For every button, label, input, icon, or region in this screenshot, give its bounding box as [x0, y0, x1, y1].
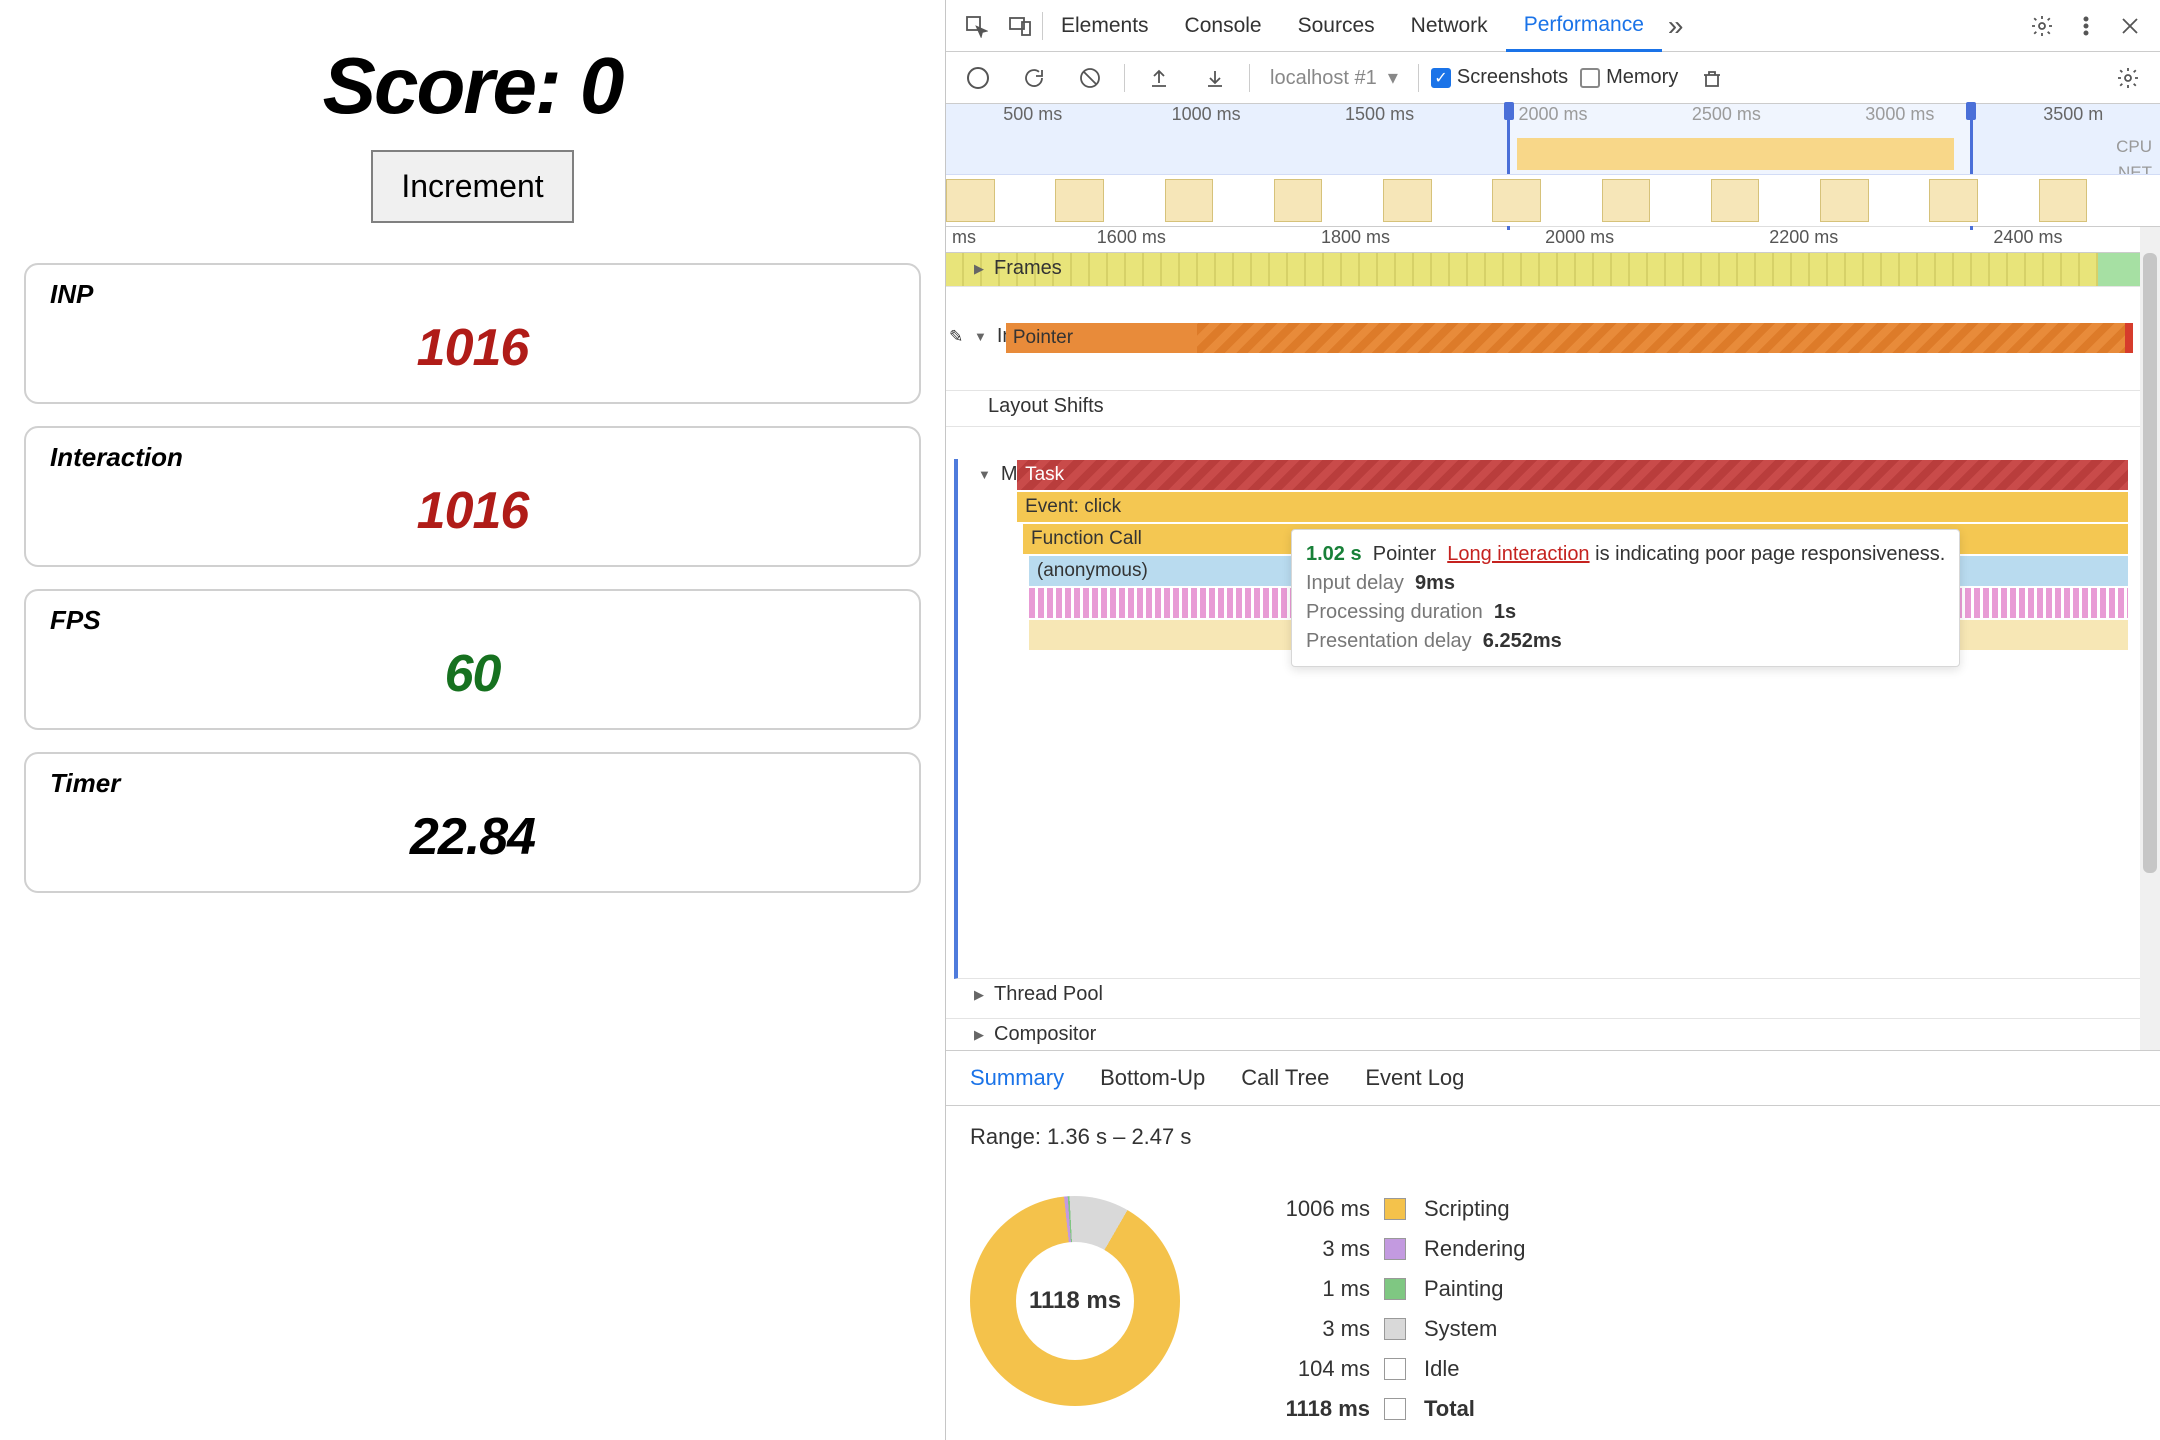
tab-performance[interactable]: Performance [1506, 1, 1662, 52]
summary-panel: Range: 1.36 s – 2.47 s 1118 ms 1006 msSc… [946, 1106, 2160, 1440]
tab-network[interactable]: Network [1393, 0, 1506, 51]
devtools-tabbar: Elements Console Sources Network Perform… [946, 0, 2160, 52]
tab-sources[interactable]: Sources [1280, 0, 1393, 51]
screenshots-checkbox[interactable]: ✓Screenshots [1431, 66, 1568, 89]
settings-gear-icon[interactable] [2114, 64, 2142, 92]
interaction-pointer-bar[interactable] [1006, 323, 2131, 353]
summary-legend: 1006 msScripting 3 msRendering 1 msPaint… [1250, 1196, 1526, 1422]
gc-icon[interactable] [1698, 64, 1726, 92]
swatch-system-icon [1384, 1318, 1406, 1340]
tab-bottom-up[interactable]: Bottom-Up [1100, 1065, 1205, 1091]
metric-card-interaction: Interaction 1016 [24, 426, 921, 567]
metric-card-fps: FPS 60 [24, 589, 921, 730]
reload-record-icon[interactable] [1020, 64, 1048, 92]
tab-summary[interactable]: Summary [970, 1065, 1064, 1091]
tab-call-tree[interactable]: Call Tree [1241, 1065, 1329, 1091]
swatch-idle-icon [1384, 1358, 1406, 1380]
interaction-tooltip: 1.02 s Pointer Long interaction is indic… [1291, 529, 1960, 667]
demo-app: Score: 0 Increment INP 1016 Interaction … [0, 0, 945, 1440]
summary-range: Range: 1.36 s – 2.47 s [970, 1124, 2136, 1150]
track-layout-shifts[interactable]: Layout Shifts [988, 395, 1104, 418]
device-toggle-icon[interactable] [1006, 12, 1034, 40]
increment-button[interactable]: Increment [371, 150, 573, 223]
track-frames[interactable]: Frames [994, 257, 1062, 280]
profile-select[interactable]: localhost #1 ▾ [1262, 65, 1406, 90]
metric-label: INP [50, 279, 895, 310]
overview-timeline[interactable]: 500 ms 1000 ms 1500 ms 2000 ms 2500 ms 3… [946, 104, 2160, 227]
record-icon[interactable] [964, 64, 992, 92]
metric-label: Interaction [50, 442, 895, 473]
swatch-painting-icon [1384, 1278, 1406, 1300]
flamechart[interactable]: ms 1600 ms 1800 ms 2000 ms 2200 ms 2400 … [946, 227, 2160, 1050]
perf-toolbar: localhost #1 ▾ ✓Screenshots Memory [946, 52, 2160, 104]
metric-card-timer: Timer 22.84 [24, 752, 921, 893]
clear-icon[interactable] [1076, 64, 1104, 92]
long-interaction-link[interactable]: Long interaction [1447, 543, 1589, 565]
metric-value: 60 [50, 644, 895, 704]
tab-event-log[interactable]: Event Log [1365, 1065, 1464, 1091]
metric-value: 22.84 [50, 807, 895, 867]
track-compositor[interactable]: Compositor [994, 1023, 1096, 1046]
close-icon[interactable] [2116, 12, 2144, 40]
summary-tabbar: Summary Bottom-Up Call Tree Event Log [946, 1050, 2160, 1106]
tab-elements[interactable]: Elements [1043, 0, 1167, 51]
score-display: Score: 0 [24, 40, 921, 132]
inspect-icon[interactable] [962, 12, 990, 40]
upload-icon[interactable] [1145, 64, 1173, 92]
stack-event[interactable]: Event: click [1017, 492, 2128, 522]
summary-donut: 1118 ms [970, 1196, 1180, 1406]
memory-checkbox[interactable]: Memory [1580, 66, 1678, 89]
overview-cpu-block [1517, 138, 1954, 170]
download-icon[interactable] [1201, 64, 1229, 92]
settings-gear-icon[interactable] [2028, 12, 2056, 40]
metric-label: Timer [50, 768, 895, 799]
track-threadpool[interactable]: Thread Pool [994, 983, 1103, 1006]
swatch-rendering-icon [1384, 1238, 1406, 1260]
stack-task[interactable]: Task [1017, 460, 2128, 490]
kebab-menu-icon[interactable] [2072, 12, 2100, 40]
flame-scrollbar[interactable] [2140, 227, 2160, 1050]
swatch-total-icon [1384, 1398, 1406, 1420]
metric-card-inp: INP 1016 [24, 263, 921, 404]
devtools-panel: Elements Console Sources Network Perform… [945, 0, 2160, 1440]
metric-label: FPS [50, 605, 895, 636]
swatch-scripting-icon [1384, 1198, 1406, 1220]
metric-value: 1016 [50, 318, 895, 378]
tab-console[interactable]: Console [1167, 0, 1280, 51]
tabs-overflow-icon[interactable]: » [1668, 10, 1684, 42]
metric-value: 1016 [50, 481, 895, 541]
